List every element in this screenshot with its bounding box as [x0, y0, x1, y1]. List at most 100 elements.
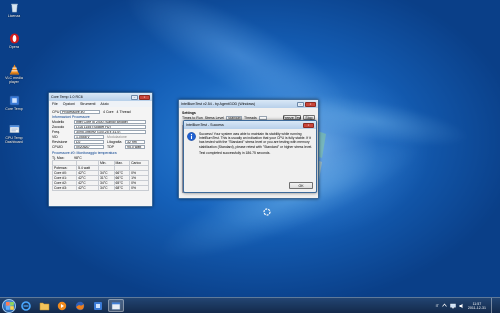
tjmax-value: 98°C [74, 155, 82, 160]
tdp-value: 95.0 watt [125, 144, 145, 149]
intelburn-icon [111, 301, 121, 310]
dialog-message: Success! Your system was able to maintai… [199, 132, 313, 149]
info-icon [187, 132, 196, 141]
window-title: Core Temp 1.0 RC6 [51, 95, 83, 99]
row-max: 68°C [113, 185, 131, 191]
firefox-icon [75, 301, 85, 310]
temperature-table: Min. Max. Carico Potenza: 5.4 watt Core … [51, 160, 149, 191]
minimize-button[interactable]: – [297, 101, 304, 107]
taskbar-ie-button[interactable] [18, 299, 34, 312]
row-load: 0% [129, 185, 149, 191]
desktop-icon-label: Core Temp [5, 107, 23, 111]
dialog-titlebar[interactable]: IntelBurnTest - Success × [184, 121, 316, 129]
program-icon [9, 125, 19, 133]
taskbar-media-player-button[interactable] [54, 299, 70, 312]
taskbar-firefox-button[interactable] [72, 299, 88, 312]
threads-label: Thread [119, 109, 131, 114]
row-name: Core #3: [51, 185, 78, 191]
info-row: Zoccolo LGA 1155 (Socket H2) [52, 124, 149, 129]
clock-date: 2011-12-31 [467, 305, 486, 310]
desktop-icon-program[interactable]: CPU Temp Dashboard [2, 124, 26, 144]
network-icon[interactable] [450, 303, 456, 309]
info-row: Modello Intel Core i5 2400 (Sandy Bridge… [52, 119, 149, 124]
info-row: CPUID 0x206A7 TDP 95.0 watt [52, 144, 149, 149]
core-temp-icon [9, 95, 19, 106]
info-label: Freq. [52, 129, 61, 134]
minimize-button[interactable]: – [131, 94, 138, 100]
show-desktop-button[interactable] [491, 298, 496, 313]
taskbar-explorer-button[interactable] [36, 299, 52, 312]
busy-cursor-icon [263, 208, 271, 216]
times-to-run-label: Times to Run [182, 115, 203, 120]
table-row: Core #0: 42°C 34°C 66°C 0% [51, 170, 149, 176]
close-button[interactable]: × [305, 101, 316, 107]
language-indicator[interactable]: IT [436, 304, 439, 308]
taskbar-core-temp-button[interactable] [90, 299, 106, 312]
core-temp-window[interactable]: Core Temp 1.0 RC6 – × File Opzioni Strum… [48, 92, 153, 207]
recycle-bin-icon [10, 3, 18, 13]
core-temp-titlebar[interactable]: Core Temp 1.0 RC6 – × [49, 93, 152, 101]
desktop-icon-vlc[interactable]: VLC media player [2, 64, 26, 84]
opera-icon [9, 33, 19, 44]
info-value: 1.0558 v [74, 134, 104, 139]
clock[interactable]: 11:57 2011-12-31 [468, 302, 486, 310]
desktop-icon-core-temp[interactable]: Core Temp [2, 95, 26, 111]
info-row: Revisione D2 Litografia 32 nm [52, 139, 149, 144]
tjmax-label: Tj. Max: [52, 155, 65, 160]
desktop-icon-label: CPU Temp Dashboard [5, 136, 23, 144]
close-button[interactable]: × [303, 122, 314, 128]
intelburntest-titlebar[interactable]: IntelBurnTest v2.54 - by AgentGOD (Windo… [179, 100, 318, 108]
dialog-completion-text: Test completed successfully in 186.75 se… [199, 150, 271, 155]
cores-label: Core [105, 109, 114, 114]
media-player-icon [57, 301, 67, 310]
table-row: Core #3: 42°C 34°C 68°C 0% [51, 185, 149, 191]
lithography-value: 32 nm [125, 139, 145, 144]
taskbar-intelburntest-button[interactable] [108, 299, 124, 312]
info-value: 3095.39MHz (100.25 x 31.0) [74, 129, 146, 134]
success-dialog[interactable]: IntelBurnTest - Success × Success! Your … [183, 120, 317, 193]
cores-value: 4 [103, 109, 105, 114]
info-value: Intel Core i5 2400 (Sandy Bridge) [74, 119, 146, 124]
info-label: Revisione [52, 139, 68, 144]
vlc-icon [9, 64, 19, 75]
threads-value: 4 [116, 109, 119, 114]
tdp-label: TDP [107, 144, 114, 149]
stress-level-select[interactable]: Standard [225, 115, 242, 120]
info-label: CPUID [52, 144, 63, 149]
table-row: Core #1: 42°C 31°C 66°C 1% [51, 175, 149, 181]
ok-button[interactable]: OK [289, 182, 313, 189]
info-value: LGA 1155 (Socket H2) [74, 124, 146, 129]
folder-icon [39, 302, 49, 310]
window-title: IntelBurnTest v2.54 - by AgentGOD (Windo… [181, 102, 256, 106]
tray-expand-icon[interactable] [442, 303, 447, 308]
menu-options[interactable]: Opzioni [63, 102, 75, 106]
desktop-icon-label: Opera [9, 45, 19, 49]
volume-icon[interactable] [459, 303, 465, 309]
modulation-label: Modulazione [107, 134, 127, 139]
menu-help[interactable]: Aiuto [100, 102, 108, 106]
info-label: Modello [52, 119, 65, 124]
start-button[interactable] [2, 298, 16, 313]
menu-file[interactable]: File [52, 102, 58, 106]
info-value: 0x206A7 [74, 144, 104, 149]
threads-label: Threads [243, 115, 257, 120]
info-label: Zoccolo [52, 124, 65, 129]
processor-select[interactable]: Processore #0 [60, 109, 100, 114]
taskbar: IT 11:57 2011-12-31 [0, 297, 500, 313]
info-label: VID [52, 134, 58, 139]
desktop-icon-label: VLC media player [5, 76, 23, 84]
close-button[interactable]: × [139, 94, 150, 100]
select-label: CPU [52, 109, 60, 114]
ie-icon [21, 300, 31, 311]
desktop-icon-label: Licenza [7, 14, 21, 18]
desktop-icon-recycle-bin[interactable]: Licenza [2, 2, 26, 18]
info-value: D2 [74, 139, 104, 144]
menu-tools[interactable]: Strumenti [80, 102, 95, 106]
stress-level-label: Stress Level [204, 115, 224, 120]
row-value: 42°C [76, 185, 99, 191]
system-tray: IT 11:57 2011-12-31 [436, 298, 500, 313]
desktop-icon-opera[interactable]: Opera [2, 33, 26, 49]
threads-select[interactable] [258, 115, 267, 120]
info-row: Freq. 3095.39MHz (100.25 x 31.0) [52, 129, 149, 134]
row-min: 34°C [97, 185, 115, 191]
